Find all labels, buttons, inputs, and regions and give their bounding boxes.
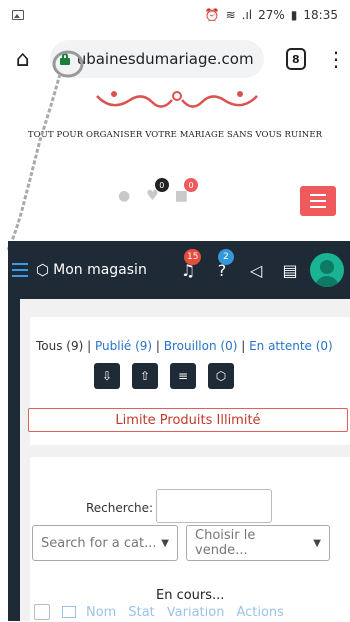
knowledgebase-icon[interactable]: ▤ (280, 261, 300, 280)
products-table-panel: Recherche: Search for a cat... ▼ Choisir… (30, 457, 350, 621)
help-badge: 2 (218, 248, 234, 265)
filter-published[interactable]: Publié (9) (95, 339, 152, 353)
loading-indicator: En cours... (148, 584, 233, 607)
wishlist-heart-icon[interactable]: ♥ 0 (146, 178, 169, 204)
site-user-icons: ● ♥ 0 ■ 0 (118, 178, 199, 204)
dashboard-navbar: ⬡ Mon magasin ♫ 15 ? 2 ◁ ▤ (8, 241, 350, 299)
dashboard-sidebar (8, 299, 20, 621)
products-panel: Tous (9) | Publié (9) | Brouillon (0) | … (28, 317, 350, 445)
stock-manager-icon[interactable]: ≡ (170, 363, 196, 389)
signal-icon: .ıl (241, 8, 253, 22)
notifications-badge: 15 (184, 248, 202, 265)
export-icon[interactable]: ⇧ (132, 363, 158, 389)
battery-icon: ▮ (290, 8, 298, 22)
user-icon[interactable]: ● (118, 188, 130, 204)
filter-pending[interactable]: En attente (0) (249, 339, 333, 353)
logo-ornament (96, 91, 258, 108)
store-title[interactable]: Mon magasin (53, 262, 147, 278)
category-select-placeholder: Search for a cat... (41, 535, 157, 551)
site-menu-button[interactable] (300, 186, 336, 216)
wishlist-count-badge: 0 (154, 178, 169, 192)
cart-icon[interactable]: ■ 0 (175, 178, 199, 204)
import-icon[interactable]: ⇩ (94, 363, 120, 389)
browser-menu-icon[interactable]: ⋮ (326, 49, 346, 69)
rope-decoration (6, 50, 84, 250)
vendor-select-placeholder: Choisir le vende... (195, 528, 256, 558)
column-actions: Actions (236, 604, 284, 620)
clock: 18:35 (303, 8, 338, 22)
avatar[interactable] (310, 253, 344, 287)
product-limit-notice: Limite Produits Illimité (28, 408, 348, 432)
cube-icon: ⬡ (36, 261, 50, 279)
dashboard-menu-toggle[interactable] (12, 263, 30, 277)
image-column-icon (62, 606, 76, 618)
bell-icon[interactable]: ♫ 15 (178, 248, 202, 280)
filter-draft[interactable]: Brouillon (0) (164, 339, 238, 353)
search-label: Recherche: (86, 501, 154, 515)
help-icon[interactable]: ? 2 (212, 248, 234, 280)
image-notification-icon (12, 10, 24, 20)
status-bar: ⏰ ≋ .ıl 27% ▮ 18:35 (0, 0, 350, 30)
alarm-icon: ⏰ (204, 8, 220, 22)
add-product-cube-icon[interactable]: ⬡ (208, 363, 234, 389)
cart-count-badge: 0 (184, 178, 199, 192)
announcement-icon[interactable]: ◁ (246, 261, 266, 280)
url-text: ubainesdumariage.com (76, 50, 254, 68)
select-all-checkbox[interactable] (34, 604, 50, 620)
battery-percent: 27% (258, 8, 285, 22)
category-select[interactable]: Search for a cat... ▼ (32, 525, 178, 561)
product-status-filters: Tous (9) | Publié (9) | Brouillon (0) | … (36, 339, 333, 353)
product-tool-buttons: ⇩ ⇧ ≡ ⬡ (94, 363, 234, 389)
column-name[interactable]: Nom (86, 605, 116, 620)
tab-switcher-button[interactable]: 8 (285, 48, 306, 70)
search-input[interactable] (156, 489, 272, 523)
dashboard-content: Tous (9) | Publié (9) | Brouillon (0) | … (20, 299, 350, 621)
chevron-down-icon: ▼ (161, 537, 169, 549)
filter-all[interactable]: Tous (9) (36, 339, 83, 353)
dashboard-nav-icons: ♫ 15 ? 2 ◁ ▤ (178, 241, 300, 299)
vendor-select[interactable]: Choisir le vende... ▼ (186, 525, 330, 561)
chevron-down-icon: ▼ (313, 537, 321, 549)
wifi-icon: ≋ (225, 8, 236, 22)
